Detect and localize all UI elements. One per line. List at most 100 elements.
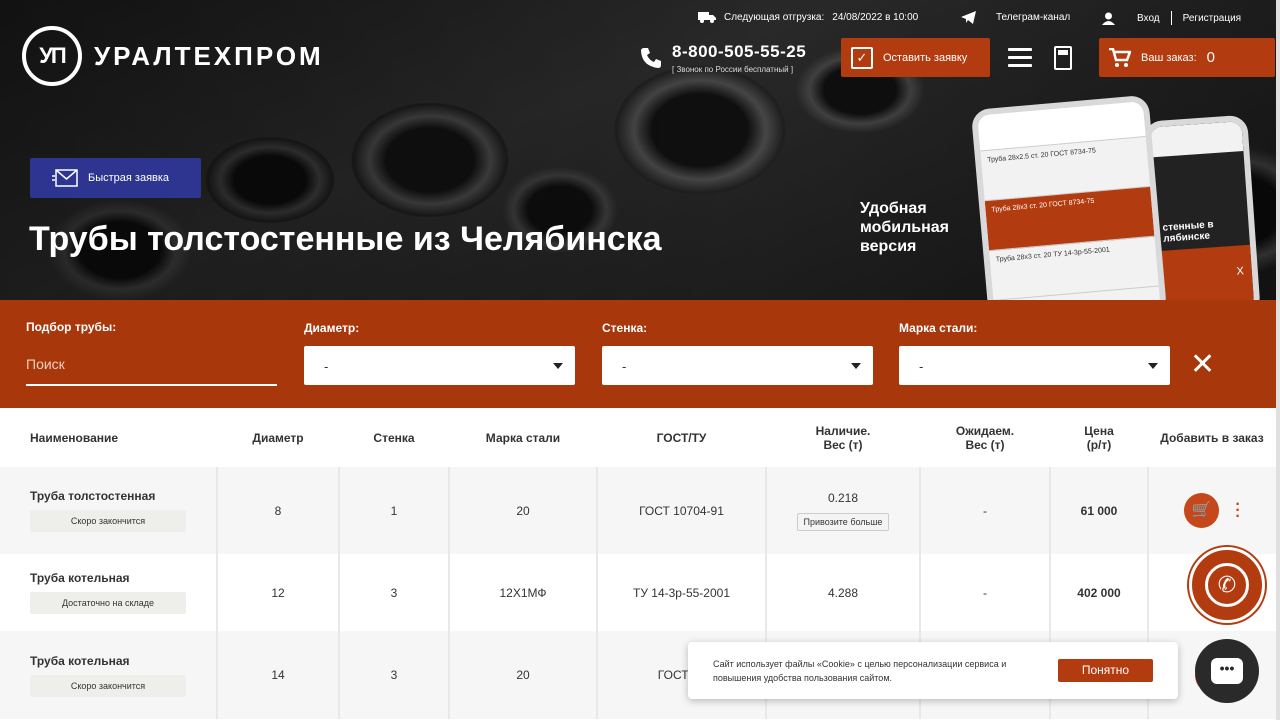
table-header-row: Наименование Диаметр Стенка Марка стали …: [0, 408, 1276, 467]
col-price[interactable]: Цена (р/т): [1050, 408, 1148, 467]
steel-label: Марка стали:: [899, 321, 978, 335]
site-logo[interactable]: УП УРАЛТЕХПРОМ: [22, 26, 324, 86]
shipment-info: Следующая отгрузка: 24/08/2022 в 10:00: [698, 11, 918, 23]
cookie-text: Сайт использует файлы «Cookie» с целью п…: [713, 659, 1007, 683]
phone-call-icon: ✆: [1205, 563, 1249, 607]
col-name[interactable]: Наименование: [0, 408, 217, 467]
cell-add: 🛒 · · ·: [1147, 467, 1276, 554]
col-price-line2: (р/т): [1086, 437, 1112, 452]
product-name[interactable]: Труба котельная: [30, 654, 216, 668]
col-price-line1: Цена: [1084, 423, 1114, 438]
diameter-label: Диаметр:: [304, 321, 360, 335]
wall-value: -: [622, 359, 627, 374]
steel-value: -: [919, 359, 924, 374]
col-stock[interactable]: Наличие. Вес (т): [766, 408, 920, 467]
col-diameter[interactable]: Диаметр: [217, 408, 339, 467]
cell-wall: 3: [338, 554, 449, 631]
phone-icon: [641, 48, 661, 68]
cell-name: Труба толстостенная Скоро закончится: [0, 467, 217, 554]
col-expected[interactable]: Ожидаем. Вес (т): [920, 408, 1050, 467]
col-wall[interactable]: Стенка: [339, 408, 449, 467]
cart-button[interactable]: Ваш заказ: 0: [1099, 38, 1275, 77]
search-input[interactable]: Поиск: [26, 348, 277, 386]
telegram-label: Телеграм-канал: [996, 12, 1071, 23]
truck-icon: [698, 12, 716, 23]
chevron-down-icon: [851, 363, 861, 369]
calculator-icon[interactable]: [1054, 46, 1072, 70]
mobile-promo-line: версия: [860, 238, 917, 255]
table-row[interactable]: Труба толстостенная Скоро закончится 8 1 …: [0, 467, 1276, 554]
diameter-value: -: [324, 359, 329, 374]
phone-mockup-front: Труба 28х2.5 ст. 20 ГОСТ 8734-75 Труба 2…: [970, 94, 1168, 300]
telegram-link[interactable]: Телеграм-канал: [961, 11, 1070, 24]
auth-links: Вход Регистрация: [1102, 11, 1241, 25]
chat-icon: •••: [1211, 658, 1243, 684]
quick-request-button[interactable]: Быстрая заявка: [30, 158, 201, 198]
cell-steel: 20: [448, 467, 597, 554]
diameter-select[interactable]: -: [304, 346, 575, 385]
logo-mark: УП: [39, 43, 66, 68]
register-link[interactable]: Регистрация: [1183, 13, 1241, 24]
bring-more-button[interactable]: Привозите больше: [796, 512, 890, 531]
cell-wall: 3: [338, 631, 449, 719]
more-options-icon[interactable]: · · ·: [1235, 496, 1240, 524]
col-steel[interactable]: Марка стали: [449, 408, 597, 467]
cell-price: 402 000: [1049, 554, 1148, 631]
phone-block[interactable]: 8-800-505-55-25 [ Звонок по России беспл…: [640, 42, 806, 74]
checkmark-chart-icon: ✓: [851, 46, 873, 69]
shipment-label: Следующая отгрузка:: [724, 11, 825, 23]
chevron-down-icon: [553, 363, 563, 369]
mockup-close: X: [1158, 244, 1255, 300]
scrollbar[interactable]: [1276, 0, 1280, 720]
cell-steel: 12Х1МФ: [448, 554, 597, 631]
status-badge: Скоро закончится: [30, 510, 186, 532]
envelope-icon: [52, 169, 78, 187]
page-title: Трубы толстостенные из Челябинска: [29, 220, 662, 258]
cookie-banner: Сайт использует файлы «Cookie» с целью п…: [688, 642, 1178, 699]
cell-diameter: 12: [216, 554, 339, 631]
cookie-accept-button[interactable]: Понятно: [1058, 659, 1153, 682]
shipment-date: 24/08/2022 в 10:00: [832, 11, 919, 23]
product-name[interactable]: Труба толстостенная: [30, 489, 216, 503]
add-to-cart-icon[interactable]: 🛒: [1184, 493, 1220, 528]
search-label: Подбор трубы:: [26, 320, 117, 334]
mobile-promo[interactable]: Удобная мобильная версия: [860, 199, 949, 256]
menu-icon[interactable]: [1008, 48, 1032, 72]
phone-number[interactable]: 8-800-505-55-25: [672, 42, 806, 62]
status-badge: Скоро закончится: [30, 674, 186, 697]
col-expected-line1: Ожидаем.: [955, 423, 1015, 438]
wall-select[interactable]: -: [602, 346, 873, 385]
cart-icon: [1109, 47, 1131, 67]
leave-request-button[interactable]: ✓ Оставить заявку: [841, 38, 990, 77]
logo-emblem: УП: [22, 26, 82, 86]
chat-button[interactable]: •••: [1195, 639, 1259, 703]
cell-price: 61 000: [1049, 467, 1148, 554]
callback-button[interactable]: ✆: [1189, 547, 1265, 623]
close-icon[interactable]: ✕: [1190, 350, 1215, 380]
cell-name: Труба котельная Достаточно на складе: [0, 554, 217, 631]
col-stock-line2: Вес (т): [823, 437, 863, 452]
user-icon: [1102, 12, 1115, 25]
phone-note: [ Звонок по России бесплатный ]: [672, 65, 794, 74]
status-badge: Достаточно на складе: [30, 592, 186, 614]
cart-label: Ваш заказ:: [1141, 51, 1197, 64]
steel-select[interactable]: -: [899, 346, 1170, 385]
cell-diameter: 14: [216, 631, 339, 719]
cell-wall: 1: [338, 467, 449, 554]
table-row[interactable]: Труба котельная Достаточно на складе 12 3…: [0, 554, 1276, 631]
wall-label: Стенка:: [602, 321, 648, 335]
mobile-promo-line: мобильная: [860, 219, 950, 236]
cell-steel: 20: [448, 631, 597, 719]
login-link[interactable]: Вход: [1137, 13, 1160, 24]
col-expected-line2: Вес (т): [965, 437, 1005, 452]
cell-diameter: 8: [216, 467, 339, 554]
stock-value: 0.218: [827, 490, 859, 505]
col-gost[interactable]: ГОСТ/ТУ: [597, 408, 766, 467]
leave-request-label: Оставить заявку: [883, 51, 968, 64]
telegram-icon: [961, 11, 976, 24]
product-name[interactable]: Труба котельная: [30, 571, 216, 585]
mobile-promo-line: Удобная: [860, 200, 927, 217]
cell-expected: -: [919, 467, 1050, 554]
quick-request-label: Быстрая заявка: [88, 172, 170, 184]
chevron-down-icon: [1148, 363, 1158, 369]
